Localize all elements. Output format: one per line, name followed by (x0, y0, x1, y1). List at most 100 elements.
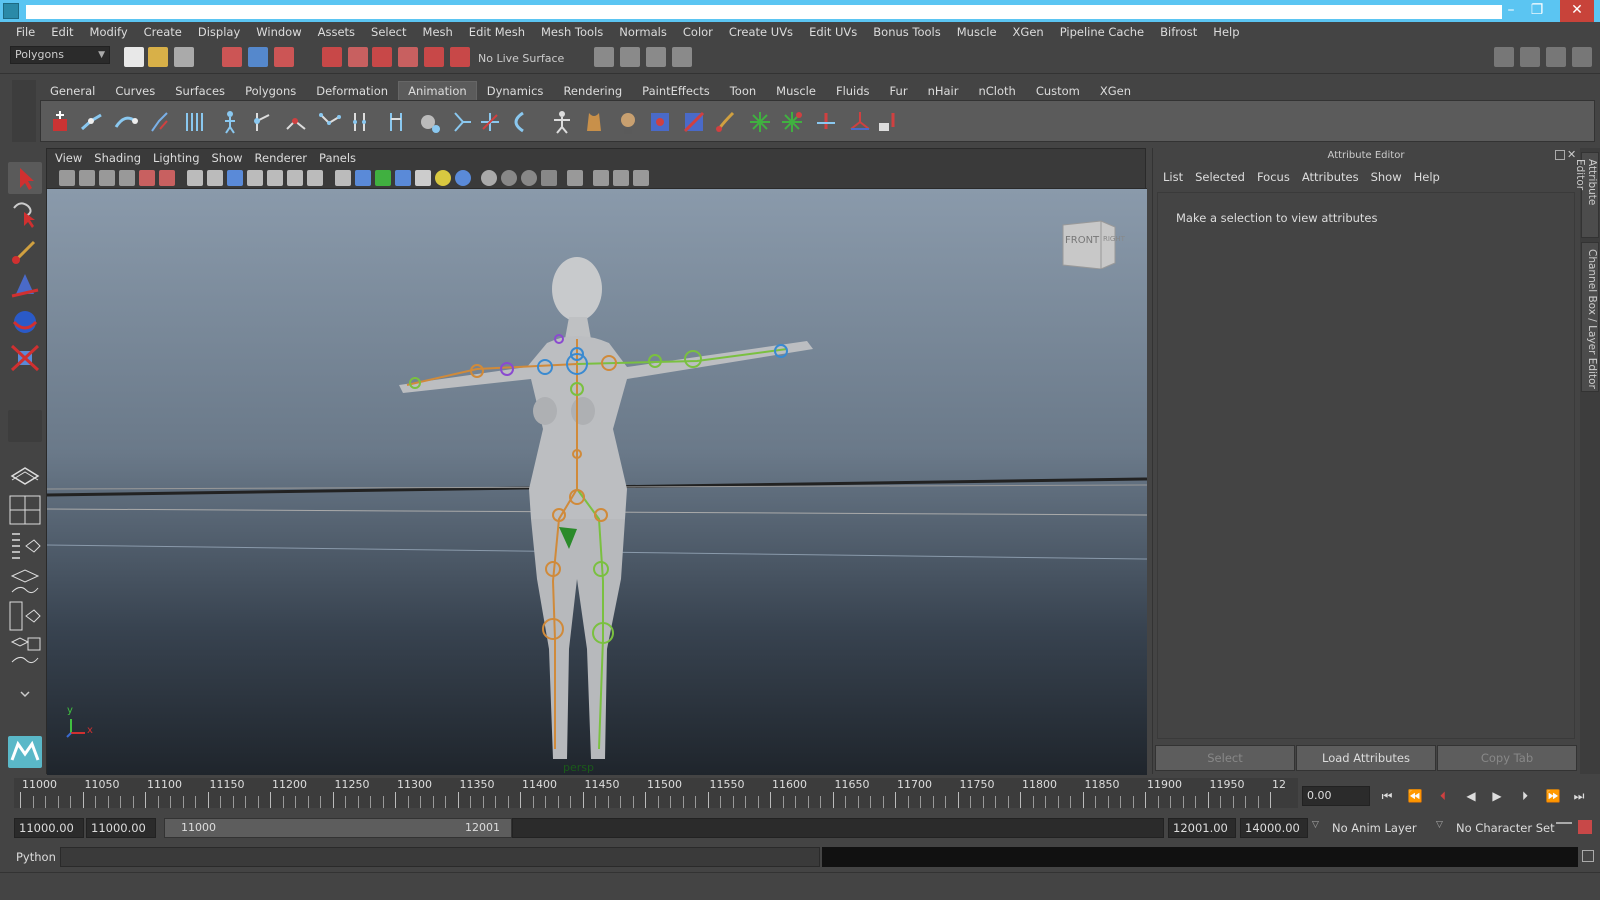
image-plane-icon[interactable] (119, 170, 135, 186)
render-view-icon[interactable] (594, 47, 614, 67)
viewport-menu-view[interactable]: View (49, 151, 88, 165)
go-to-start-button[interactable]: ⏮ (1376, 786, 1398, 806)
attr-menu-list[interactable]: List (1157, 170, 1189, 184)
grid-icon[interactable] (187, 170, 203, 186)
menu-color[interactable]: Color (675, 25, 721, 39)
shelf-tab-animation[interactable]: Animation (398, 81, 477, 100)
float-panel-icon[interactable] (1555, 150, 1565, 160)
select-button[interactable]: Select (1155, 745, 1295, 771)
shelf-tab-toon[interactable]: Toon (720, 81, 766, 100)
menu-bifrost[interactable]: Bifrost (1152, 25, 1205, 39)
copy-tab-button[interactable]: Copy Tab (1437, 745, 1577, 771)
four-view-layout-icon[interactable] (8, 494, 42, 526)
time-slider[interactable]: 11000 11050 11100 11150 11200 11250 11300 11350… (14, 778, 1298, 808)
last-tool-slot[interactable] (8, 410, 42, 442)
command-language-label[interactable]: Python (16, 850, 56, 864)
ipr-render-icon[interactable] (646, 47, 666, 67)
view-cube-right-label[interactable]: RIGHT (1103, 235, 1125, 243)
head-icon[interactable] (615, 109, 641, 135)
rotate-tool[interactable] (8, 306, 42, 338)
motion-blur-icon[interactable] (501, 170, 517, 186)
smooth-shade-icon[interactable] (355, 170, 371, 186)
shelf-tab-deformation[interactable]: Deformation (306, 81, 398, 100)
single-perspective-layout-icon[interactable] (8, 460, 42, 492)
snap-view-plane-icon[interactable] (398, 47, 418, 67)
safe-action-icon[interactable] (287, 170, 303, 186)
current-time-field[interactable]: 0.00 (1302, 786, 1370, 806)
select-component-icon[interactable] (274, 47, 294, 67)
x-ray-icon[interactable] (593, 170, 609, 186)
menu-window[interactable]: Window (248, 25, 309, 39)
menu-mesh[interactable]: Mesh (415, 25, 461, 39)
snap-grid-icon[interactable] (322, 47, 342, 67)
scale-tool[interactable] (8, 342, 42, 374)
two-d-pan-zoom-icon[interactable] (139, 170, 155, 186)
attr-menu-show[interactable]: Show (1365, 170, 1408, 184)
preferences-icon[interactable] (1578, 820, 1592, 834)
menu-create-uvs[interactable]: Create UVs (721, 25, 801, 39)
shelf-tab-fluids[interactable]: Fluids (826, 81, 880, 100)
open-scene-icon[interactable] (148, 47, 168, 67)
attr-menu-focus[interactable]: Focus (1251, 170, 1296, 184)
lasso-tool[interactable] (8, 198, 42, 230)
menu-set-dropdown[interactable]: Polygons ▼ (10, 46, 110, 64)
step-back-key-button[interactable]: ⏴ (1432, 786, 1454, 806)
paint-weights-icon[interactable] (283, 109, 309, 135)
anti-aliasing-icon[interactable] (521, 170, 537, 186)
animation-start-field[interactable]: 11000.00 (14, 818, 84, 838)
camera-attributes-icon[interactable] (79, 170, 95, 186)
play-backwards-button[interactable]: ◀ (1460, 786, 1482, 806)
set-key-icon[interactable] (47, 109, 73, 135)
anim-layer-label[interactable]: No Anim Layer (1332, 821, 1417, 835)
shelf-tab-rendering[interactable]: Rendering (553, 81, 632, 100)
bind-skin-icon[interactable] (249, 109, 275, 135)
viewport-menu-shading[interactable]: Shading (88, 151, 147, 165)
go-to-end-button[interactable]: ⏭ (1568, 786, 1590, 806)
snap-curve-icon[interactable] (348, 47, 368, 67)
skin-weights-icon[interactable] (681, 109, 707, 135)
channel-box-side-tab[interactable]: Channel Box / Layer Editor (1581, 242, 1599, 392)
attr-menu-attributes[interactable]: Attributes (1296, 170, 1365, 184)
orient-joint-icon[interactable] (385, 109, 411, 135)
viewport-menu-panels[interactable]: Panels (313, 151, 362, 165)
shelf-tab-polygons[interactable]: Polygons (235, 81, 306, 100)
viewport-menu-renderer[interactable]: Renderer (249, 151, 314, 165)
parent-constraint-icon[interactable] (503, 109, 529, 135)
locator-icon[interactable] (477, 109, 503, 135)
shelf-tab-curves[interactable]: Curves (105, 81, 165, 100)
close-button[interactable]: ✕ (1560, 0, 1594, 22)
step-forward-key-button[interactable]: ⏵ (1514, 786, 1536, 806)
isolate-select-icon[interactable] (567, 170, 583, 186)
shelf-tab-painteffects[interactable]: PaintEffects (632, 81, 720, 100)
new-scene-icon[interactable] (124, 47, 144, 67)
safe-title-icon[interactable] (307, 170, 323, 186)
make-live-icon[interactable] (424, 47, 444, 67)
ik-fk-switch-icon[interactable] (449, 109, 475, 135)
animation-end-field[interactable]: 14000.00 (1240, 818, 1308, 838)
command-input[interactable] (60, 847, 820, 867)
menu-file[interactable]: File (8, 25, 43, 39)
bookmarks-icon[interactable] (99, 170, 115, 186)
wireframe-icon[interactable] (335, 170, 351, 186)
joint-tool-icon[interactable] (147, 109, 173, 135)
mirror-joint-icon[interactable] (351, 109, 377, 135)
character-icon[interactable] (217, 109, 243, 135)
shadows-icon[interactable] (455, 170, 471, 186)
menu-edit-uvs[interactable]: Edit UVs (801, 25, 865, 39)
graph-editor-layout-icon[interactable] (8, 566, 42, 598)
menu-normals[interactable]: Normals (611, 25, 675, 39)
viewport-menu-lighting[interactable]: Lighting (147, 151, 205, 165)
modeling-toolkit-icon[interactable] (1494, 47, 1514, 67)
playback-end-field[interactable]: 12001.00 (1168, 818, 1236, 838)
paint-brush-icon[interactable] (713, 109, 739, 135)
menu-bonus-tools[interactable]: Bonus Tools (865, 25, 948, 39)
menu-select[interactable]: Select (363, 25, 414, 39)
shelf-tab-xgen[interactable]: XGen (1090, 81, 1141, 100)
shelf-tab-ncloth[interactable]: nCloth (968, 81, 1025, 100)
magnet-icon[interactable] (450, 47, 470, 67)
gate-mask-icon[interactable] (247, 170, 263, 186)
trim-tool-icon[interactable] (875, 109, 901, 135)
joint-chain-icon[interactable] (317, 109, 343, 135)
select-camera-icon[interactable] (59, 170, 75, 186)
shelf-options-grip[interactable] (12, 80, 36, 142)
